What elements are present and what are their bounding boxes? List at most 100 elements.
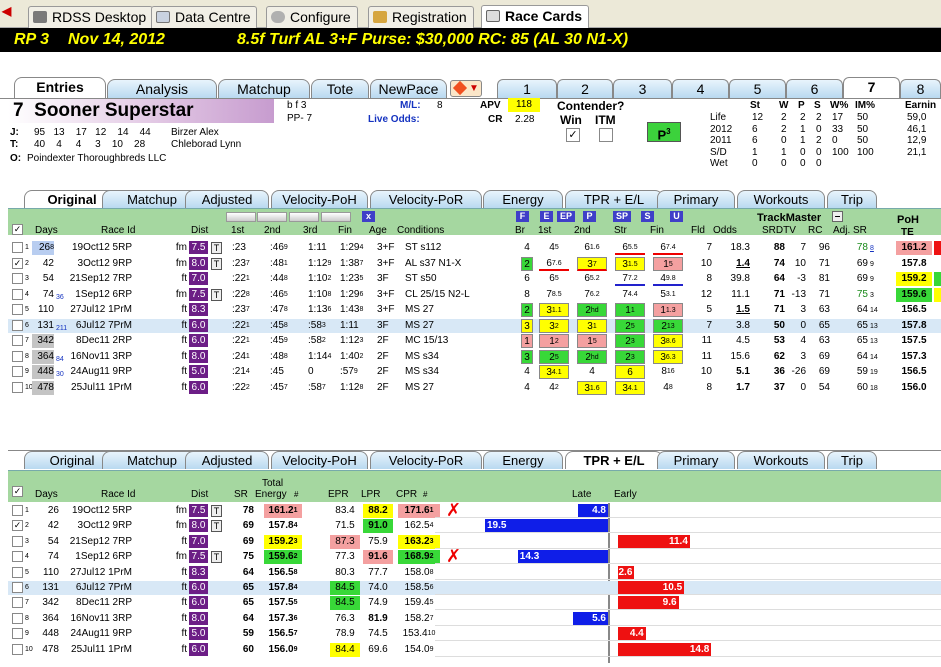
form-tab-adjusted[interactable]: Adjusted — [185, 190, 269, 208]
row-checkbox[interactable] — [12, 288, 23, 300]
pace-f-button[interactable]: F — [516, 211, 529, 222]
row-checkbox[interactable] — [12, 381, 23, 393]
call-fin: 48 — [653, 381, 683, 395]
table-row[interactable]: 8 364 84 16Nov11 3RP ft 8.0:241:488 1:144 1:402… — [8, 349, 941, 364]
table-row[interactable]: ✓ 2 42 3Oct12 9RP fm 8.0 T 69 157.84 71.5 91.0 162.… — [8, 519, 941, 534]
win-checkbox[interactable]: ✓ — [566, 128, 580, 142]
row-checkbox[interactable] — [12, 366, 23, 377]
form-tab-tpr-e-l[interactable]: TPR + E/L — [565, 451, 663, 469]
form-tab-trip[interactable]: Trip — [827, 190, 877, 208]
tab-configure[interactable]: Configure — [266, 6, 358, 28]
tab-entries[interactable]: Entries — [14, 77, 106, 99]
tab-horse-2[interactable]: 2 — [557, 79, 613, 98]
table-row[interactable]: 6 131 6Jul12 7PrM ft 6.0 65 157.84 84.5 74.0 158.… — [8, 581, 941, 595]
tab-race-cards[interactable]: Race Cards — [481, 5, 590, 29]
tab-rdss-desktop[interactable]: RDSS Desktop — [28, 6, 154, 28]
tab-horse-7[interactable]: 7 — [843, 77, 900, 99]
tab-horse-8[interactable]: 8 — [900, 79, 941, 98]
form-tab-workouts[interactable]: Workouts — [737, 190, 825, 208]
superscript: 9.8 — [665, 275, 676, 282]
table-row[interactable]: 7 342 8Dec11 2RP ft 6.0:221:459:582 1:123 2F MC… — [8, 334, 941, 348]
table-row[interactable]: 3 54 21Sep12 7RP ft 7.0:221:448 1:102 1:235 3F S… — [8, 272, 941, 286]
row-checkbox[interactable] — [12, 304, 23, 315]
row-checkbox[interactable]: ✓ — [12, 520, 23, 532]
table-row[interactable]: 4 74 1Sep12 6RP fm 7.5 T 75 159.62 77.3 91.6 168.9… — [8, 547, 941, 565]
row-checkbox[interactable] — [12, 505, 23, 516]
table-row[interactable]: 10 478 25Jul11 1PrM ft 6.0 60 156.09 84.4 69.6 15… — [8, 642, 941, 657]
back-arrow-icon[interactable]: ◀ — [2, 4, 16, 18]
pace-u-button[interactable]: U — [670, 211, 683, 222]
pace-sp-button[interactable]: SP — [613, 211, 631, 222]
row-checkbox[interactable] — [12, 319, 23, 331]
table-row[interactable]: 1 268 19Oct12 5RP fm 7.5 T:23:469 1:11 1:294 3+F… — [8, 241, 941, 255]
row-checkbox[interactable] — [12, 535, 23, 547]
table-row[interactable]: 5 110 27Jul12 1PrM ft 8.3:237:478 1:136 1:438 3… — [8, 303, 941, 317]
form-tab-energy[interactable]: Energy — [483, 190, 563, 208]
superscript: 5 — [359, 275, 364, 282]
form-tab-adjusted[interactable]: Adjusted — [185, 451, 269, 469]
row-checkbox[interactable] — [12, 551, 23, 563]
tab-analysis[interactable]: Analysis — [107, 79, 217, 98]
form-tab-velocity-por[interactable]: Velocity-PoR — [370, 190, 482, 208]
pace-e-button[interactable]: E — [540, 211, 553, 222]
tab-horse-1[interactable]: 1 — [497, 79, 557, 98]
tab-horse-4[interactable]: 4 — [672, 79, 729, 98]
pace-ep-button[interactable]: EP — [557, 211, 575, 222]
tab-newpace[interactable]: NewPace — [370, 79, 447, 98]
row-checkbox[interactable] — [12, 612, 23, 624]
pace-p-button[interactable]: P — [583, 211, 596, 222]
table-row[interactable]: 4 74 3 6 1Sep12 6RP fm 7.5 T:228:465 1:108 1:296 3… — [8, 287, 941, 302]
row-checkbox[interactable] — [12, 242, 23, 253]
table-row[interactable]: 10 478 25Jul11 1PrM ft 6.0:222:457:587 1:128 2… — [8, 380, 941, 395]
row-checkbox[interactable] — [12, 350, 23, 362]
odds: 11.1 — [731, 288, 750, 300]
form-tab-primary[interactable]: Primary — [657, 451, 735, 469]
form-tab-velocity-poh[interactable]: Velocity-PoH — [271, 451, 368, 469]
table-row[interactable]: ✓ 2 42 3Oct12 9RP fm 8.0 T:237:481 1:129 1:387 3+… — [8, 256, 941, 271]
race-id: 25Jul11 1PrM — [71, 381, 132, 393]
tab-horse-5[interactable]: 5 — [729, 79, 786, 98]
row-checkbox[interactable] — [12, 582, 23, 593]
pace-diamond-icon[interactable]: ▼ — [450, 80, 482, 97]
tab-data-centre[interactable]: Data Centre — [151, 6, 258, 28]
table-row[interactable]: 1 26 19Oct12 5RP fm 7.5 T 78 161.21 83.4 88.2 171.… — [8, 501, 941, 519]
fraction-filter-button[interactable] — [226, 212, 256, 222]
tab-horse-6[interactable]: 6 — [786, 79, 843, 98]
row-checkbox[interactable] — [12, 628, 23, 640]
form-tab-trip[interactable]: Trip — [827, 451, 877, 469]
row-checkbox[interactable] — [12, 335, 23, 346]
table-row[interactable]: 9 448 30 24Aug11 9RP ft 5.0:214:45 0:579 2F MS s… — [8, 365, 941, 379]
row-checkbox[interactable] — [12, 643, 23, 655]
fraction-filter-button[interactable] — [257, 212, 287, 222]
tab-matchup[interactable]: Matchup — [218, 79, 310, 98]
form-tab-velocity-poh[interactable]: Velocity-PoH — [271, 190, 368, 208]
table-row[interactable]: 6 131 2 1 1 6Jul12 7PrM ft 6.0:221:458:583 1:11 3… — [8, 318, 941, 333]
table-row[interactable]: 3 54 21Sep12 7RP ft 7.0 69 159.23 87.3 75.9 163.2… — [8, 534, 941, 549]
row-checkbox[interactable] — [12, 566, 23, 578]
table-row[interactable]: 5 110 27Jul12 1PrM ft 8.3 64 156.58 80.3 77.7 158… — [8, 565, 941, 580]
form-tab-primary[interactable]: Primary — [657, 190, 735, 208]
form-tab-energy[interactable]: Energy — [483, 451, 563, 469]
form-tab-velocity-por[interactable]: Velocity-PoR — [370, 451, 482, 469]
select-all-checkbox[interactable]: ✓ — [12, 224, 23, 235]
table-row[interactable]: 8 364 16Nov11 3RP ft 8.0 64 157.36 76.3 81.9 158.… — [8, 611, 941, 626]
itm-checkbox[interactable] — [599, 128, 613, 142]
pace-s-button[interactable]: S — [641, 211, 654, 222]
trackmaster-collapse-button[interactable]: – — [832, 211, 843, 222]
tab-tote[interactable]: Tote — [311, 79, 369, 98]
form-tab-tpr-e-l[interactable]: TPR + E/L — [565, 190, 663, 208]
table-row[interactable]: 9 448 24Aug11 9RP ft 5.0 59 156.57 78.9 74.5 153.… — [8, 627, 941, 642]
row-checkbox[interactable]: ✓ — [12, 257, 23, 269]
row-checkbox[interactable] — [12, 597, 23, 609]
tab-horse-3[interactable]: 3 — [613, 79, 672, 98]
fraction-filter-button[interactable] — [321, 212, 351, 222]
row-checkbox[interactable] — [12, 273, 23, 284]
table-row[interactable]: 7 342 8Dec11 2RP ft 6.0 65 157.55 84.5 74.9 159.4… — [8, 596, 941, 611]
race-id: 24Aug11 9RP — [70, 628, 132, 640]
form-tab-workouts[interactable]: Workouts — [737, 451, 825, 469]
tab-registration[interactable]: Registration — [368, 6, 474, 28]
distance-badge: 6.0 — [189, 380, 208, 394]
x-button[interactable]: x — [362, 211, 375, 222]
fraction-filter-button[interactable] — [289, 212, 319, 222]
select-all-checkbox[interactable]: ✓ — [12, 486, 23, 497]
